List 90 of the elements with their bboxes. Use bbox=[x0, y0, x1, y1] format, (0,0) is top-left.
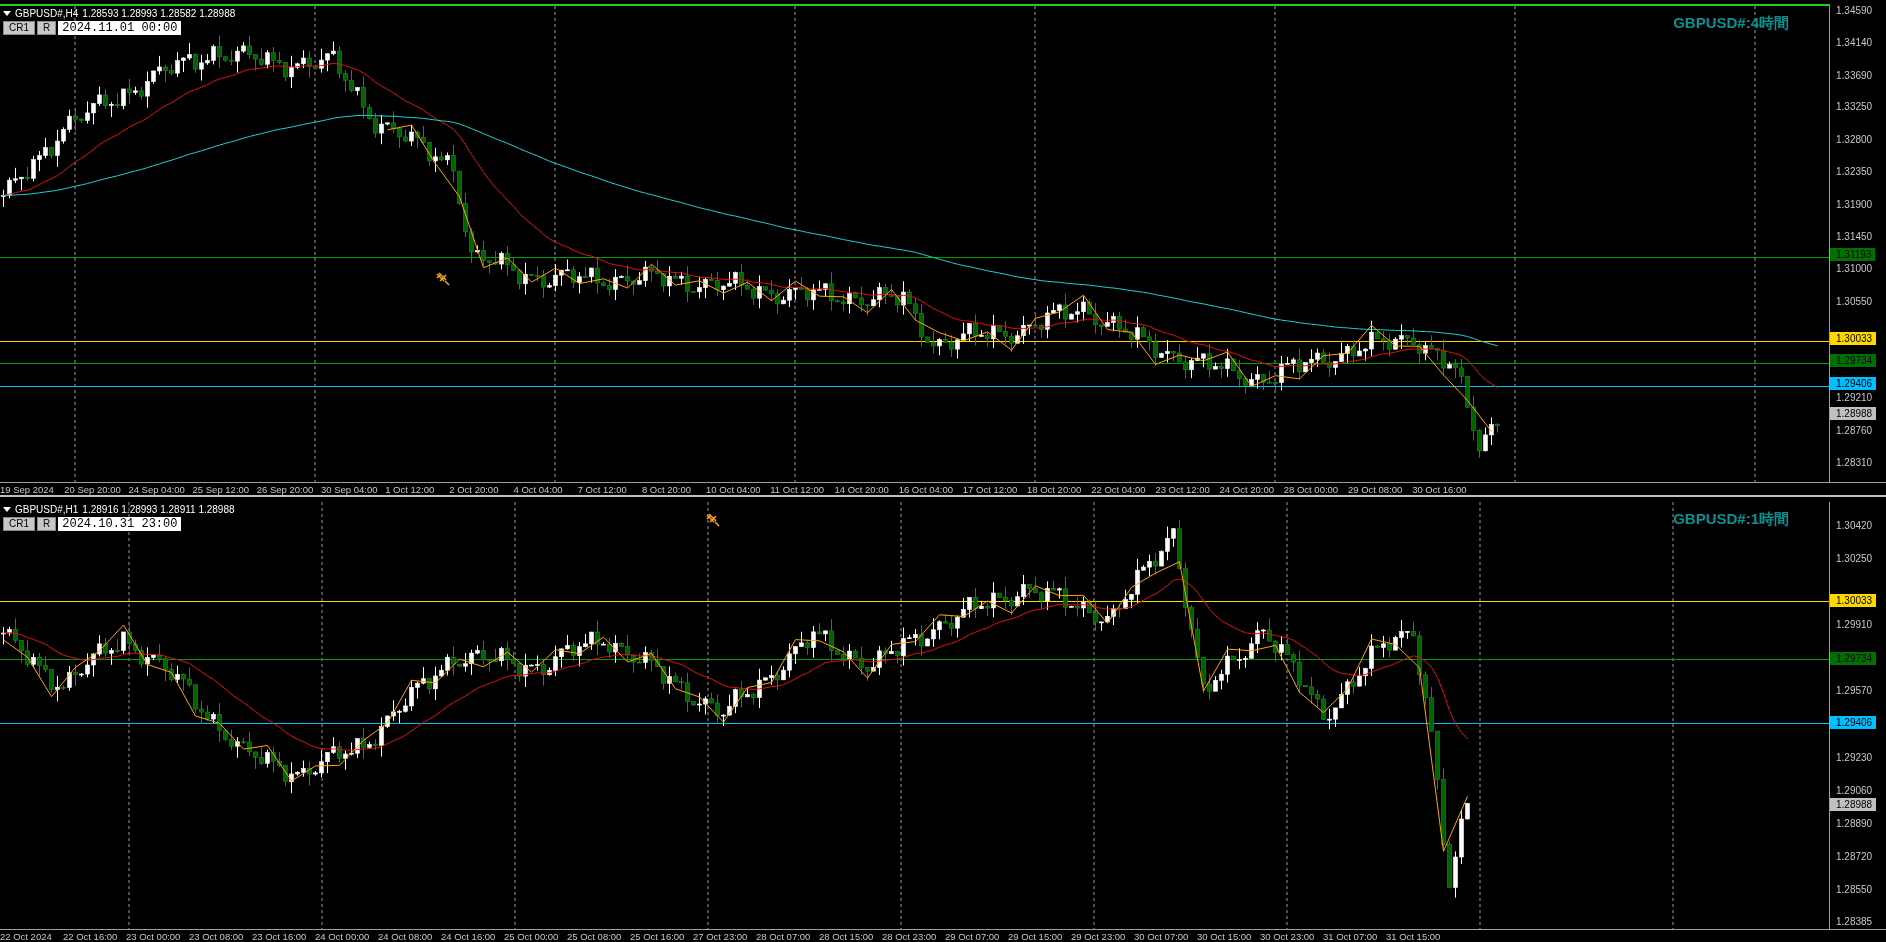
ohlc-values: 1.28916 1.28993 1.28911 1.28988 bbox=[82, 504, 235, 515]
time-axis-label: 30 Oct 07:00 bbox=[1134, 930, 1190, 942]
price-tick-label: 1.28720 bbox=[1836, 849, 1873, 863]
time-axis-label: 16 Oct 04:00 bbox=[898, 483, 955, 495]
time-axis-label: 19 Sep 2024 bbox=[0, 483, 55, 495]
price-tick-label: 1.28385 bbox=[1836, 915, 1873, 928]
time-axis-label: 23 Oct 00:00 bbox=[126, 930, 182, 942]
price-level-label: 1.28988 bbox=[1830, 797, 1877, 811]
chart-symbol: GBPUSD#,H1 bbox=[15, 504, 79, 515]
price-tick-label: 1.34590 bbox=[1836, 4, 1873, 17]
time-axis-label: 26 Sep 20:00 bbox=[256, 483, 315, 495]
price-tick-label: 1.29570 bbox=[1836, 684, 1873, 698]
price-tick-label: 1.30550 bbox=[1836, 294, 1873, 308]
time-axis-label: 24 Oct 20:00 bbox=[1219, 483, 1275, 495]
price-level-label: 1.30033 bbox=[1830, 594, 1877, 608]
time-axis-label: 23 Oct 08:00 bbox=[189, 930, 245, 942]
price-tick-label: 1.34140 bbox=[1836, 36, 1873, 50]
price-tick-label: 1.29910 bbox=[1836, 618, 1873, 632]
price-tick-label: 1.28550 bbox=[1836, 882, 1873, 896]
time-axis-label: 22 Oct 04:00 bbox=[1091, 483, 1147, 495]
time-axis-label: 29 Oct 23:00 bbox=[1071, 930, 1127, 942]
price-level-label: 1.29406 bbox=[1830, 377, 1877, 391]
time-axis-label: 25 Oct 16:00 bbox=[630, 930, 686, 942]
time-axis-label: 17 Oct 12:00 bbox=[962, 483, 1019, 495]
time-axis-label: 30 Oct 23:00 bbox=[1260, 930, 1316, 942]
time-axis-label: 31 Oct 15:00 bbox=[1386, 930, 1442, 942]
price-level-label: 1.30033 bbox=[1830, 332, 1877, 345]
price-tick-label: 1.28310 bbox=[1836, 456, 1873, 469]
chart-button[interactable]: R bbox=[37, 517, 57, 531]
time-axis-label: 30 Sep 04:00 bbox=[320, 483, 379, 495]
time-axis-label: 25 Sep 12:00 bbox=[192, 483, 251, 495]
price-tick-label: 1.32800 bbox=[1836, 132, 1873, 146]
price-tick-label: 1.28760 bbox=[1836, 423, 1873, 437]
time-axis-label: 24 Sep 04:00 bbox=[128, 483, 186, 495]
time-axis-label: 22 Oct 16:00 bbox=[63, 930, 119, 942]
price-tick-label: 1.33690 bbox=[1836, 68, 1873, 82]
time-axis-label: 24 Oct 16:00 bbox=[441, 930, 497, 942]
price-tick-label: 1.31450 bbox=[1836, 230, 1873, 243]
datetime-field[interactable]: 2024.10.31 23:00 bbox=[58, 517, 182, 531]
time-axis-label: 23 Oct 16:00 bbox=[252, 930, 308, 942]
time-axis-label: 22 Oct 2024 bbox=[0, 930, 53, 942]
price-tick-label: 1.33250 bbox=[1836, 100, 1873, 114]
chart-button[interactable]: CR1 bbox=[3, 21, 35, 35]
time-axis-label: 24 Oct 08:00 bbox=[378, 930, 434, 942]
price-tick-label: 1.31000 bbox=[1836, 262, 1873, 276]
datetime-field[interactable]: 2024.11.01 00:00 bbox=[58, 21, 182, 35]
chart-symbol: GBPUSD#,H4 bbox=[15, 8, 79, 19]
price-tick-label: 1.29230 bbox=[1836, 750, 1873, 764]
price-level-label: 1.29734 bbox=[1830, 353, 1877, 367]
price-tick-label: 1.32350 bbox=[1836, 165, 1873, 179]
time-axis-label: 29 Oct 08:00 bbox=[1347, 483, 1404, 495]
price-tick-label: 1.30250 bbox=[1836, 552, 1873, 566]
time-axis-label: 30 Oct 16:00 bbox=[1412, 483, 1468, 495]
time-axis-label: 28 Oct 15:00 bbox=[819, 930, 875, 942]
time-axis-label: 27 Oct 23:00 bbox=[693, 930, 749, 942]
price-tick-label: 1.31900 bbox=[1836, 197, 1873, 211]
time-axis-label: 23 Oct 12:00 bbox=[1155, 483, 1211, 495]
time-axis-label: 24 Oct 00:00 bbox=[315, 930, 371, 942]
time-axis-label: 7 Oct 12:00 bbox=[577, 483, 628, 495]
price-level-label: 1.29406 bbox=[1830, 716, 1877, 730]
time-axis-label: 11 Oct 12:00 bbox=[770, 483, 825, 495]
price-level-label: 1.31193 bbox=[1830, 248, 1876, 262]
ohlc-values: 1.28593 1.28993 1.28582 1.28988 bbox=[82, 8, 236, 19]
chart-title: GBPUSD#:1時間 bbox=[1673, 510, 1789, 529]
time-axis-label: 30 Oct 15:00 bbox=[1197, 930, 1253, 942]
price-tick-label: 1.29210 bbox=[1836, 391, 1873, 405]
time-axis-label: 28 Oct 00:00 bbox=[1283, 483, 1340, 495]
price-level-label: 1.28988 bbox=[1830, 407, 1877, 421]
time-axis-label: 10 Oct 04:00 bbox=[706, 483, 762, 495]
time-axis-label: 1 Oct 12:00 bbox=[385, 483, 436, 495]
time-axis-label: 28 Oct 07:00 bbox=[756, 930, 812, 942]
time-axis-label: 14 Oct 20:00 bbox=[834, 483, 890, 495]
time-axis-label: 31 Oct 07:00 bbox=[1323, 930, 1379, 942]
time-axis-label: 8 Oct 20:00 bbox=[641, 483, 692, 495]
time-axis-label: 25 Oct 08:00 bbox=[567, 930, 623, 942]
chart-title: GBPUSD#:4時間 bbox=[1673, 14, 1789, 33]
time-axis-label: 29 Oct 07:00 bbox=[945, 930, 1001, 942]
time-axis-label: 28 Oct 23:00 bbox=[882, 930, 938, 942]
price-tick-label: 1.28890 bbox=[1836, 816, 1873, 830]
time-axis-label: 4 Oct 04:00 bbox=[513, 483, 564, 495]
time-axis-label: 25 Oct 00:00 bbox=[504, 930, 560, 942]
time-axis-label: 20 Sep 20:00 bbox=[64, 483, 122, 495]
chart-button[interactable]: CR1 bbox=[3, 517, 35, 531]
price-level-label: 1.29734 bbox=[1830, 652, 1877, 666]
time-axis-label: 29 Oct 15:00 bbox=[1008, 930, 1064, 942]
time-axis-label: 18 Oct 20:00 bbox=[1027, 483, 1083, 495]
chart-button[interactable]: R bbox=[37, 21, 57, 35]
price-tick-label: 1.29060 bbox=[1836, 783, 1873, 797]
price-tick-label: 1.30420 bbox=[1836, 519, 1873, 532]
time-axis-label: 2 Oct 20:00 bbox=[449, 483, 500, 495]
